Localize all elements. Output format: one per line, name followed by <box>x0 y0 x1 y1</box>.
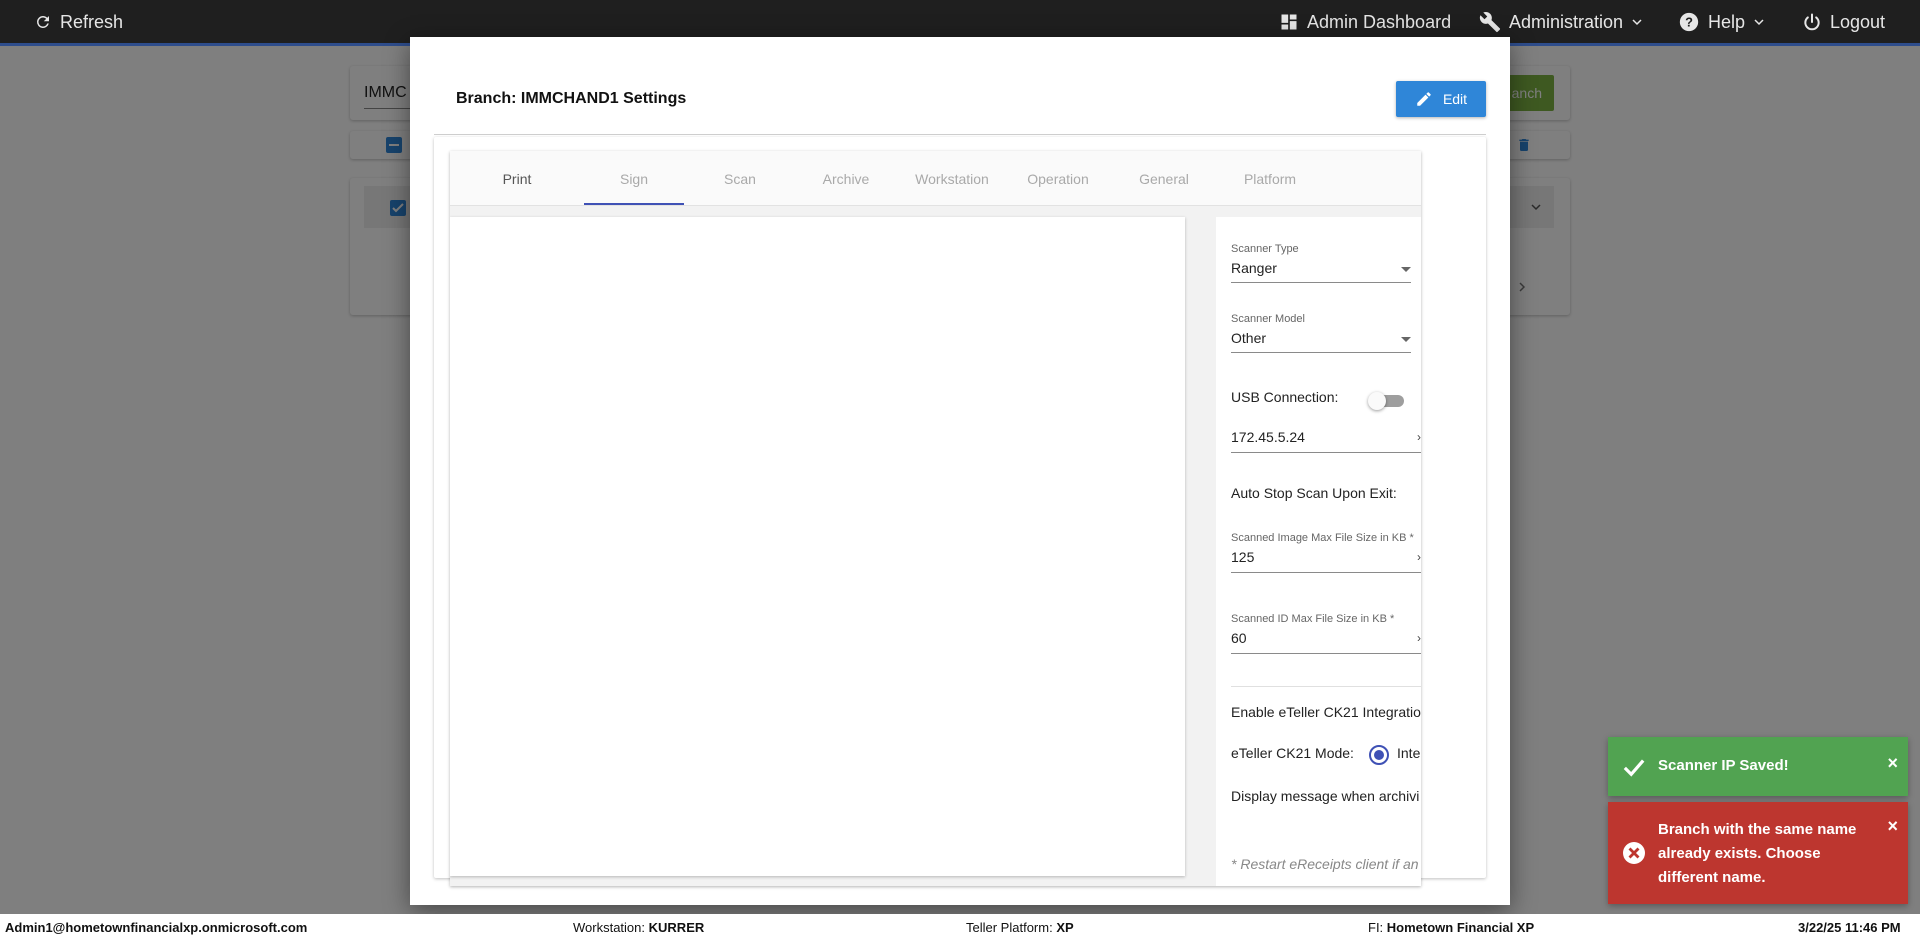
help-icon: ? <box>1679 12 1699 32</box>
administration-label: Administration <box>1509 11 1624 32</box>
branch-settings-dialog: Branch: IMMCHAND1 Settings Edit Print Si… <box>410 37 1510 905</box>
id-max-size-label: Scanned ID Max File Size in KB * <box>1231 613 1395 625</box>
help-label: Help <box>1708 11 1746 32</box>
success-toast: Scanner IP Saved! × <box>1608 737 1908 796</box>
error-icon <box>1623 842 1645 864</box>
dialog-body: Print Sign Scan Archive Workstation Oper… <box>434 137 1486 886</box>
id-max-size-input[interactable]: 60 <box>1231 630 1247 646</box>
svg-text:?: ? <box>1685 15 1693 30</box>
fi-info: FI: Hometown Financial XP <box>1368 920 1534 935</box>
close-icon[interactable]: × <box>1887 816 1898 837</box>
scan-settings-panel: Scanner Type Ranger Scanner Model Other … <box>1216 217 1421 886</box>
tab-workstation[interactable]: Workstation <box>902 151 1002 206</box>
settings-card: Print Sign Scan Archive Workstation Oper… <box>450 151 1421 886</box>
close-icon[interactable]: × <box>1887 753 1898 774</box>
scanner-ip-underline <box>1231 452 1421 453</box>
admin-dashboard-label: Admin Dashboard <box>1307 11 1452 32</box>
scanner-type-select[interactable]: Ranger <box>1231 260 1277 276</box>
chevron-down-icon <box>1754 19 1764 26</box>
ck21-mode-radio[interactable] <box>1369 745 1389 765</box>
wrench-icon <box>1479 12 1501 33</box>
settings-tabs: Print Sign Scan Archive Workstation Oper… <box>450 151 1421 206</box>
refresh-icon <box>36 15 49 28</box>
teller-platform-value: XP <box>1056 920 1074 935</box>
error-message: Branch with the same name already exists… <box>1658 821 1857 886</box>
scanner-model-underline <box>1231 352 1411 353</box>
edit-button[interactable]: Edit <box>1396 81 1486 117</box>
status-bar: Admin1@hometownfinancialxp.onmicrosoft.c… <box>0 914 1920 941</box>
preview-panel <box>450 217 1185 876</box>
dialog-title: Branch: IMMCHAND1 Settings <box>456 90 687 107</box>
tab-platform[interactable]: Platform <box>1220 151 1320 206</box>
datetime: 3/22/25 11:46 PM <box>1798 920 1901 935</box>
tab-general[interactable]: General <box>1114 151 1214 206</box>
active-tab-indicator <box>584 203 684 205</box>
toggle-knob <box>1368 392 1386 410</box>
teller-platform-info: Teller Platform: XP <box>966 920 1074 935</box>
checkmark-icon <box>1623 759 1645 777</box>
tab-print[interactable]: Print <box>477 151 557 206</box>
chevron-down-icon <box>1632 19 1642 26</box>
current-user: Admin1@hometownfinancialxp.onmicrosoft.c… <box>5 920 308 935</box>
success-message: Scanner IP Saved! <box>1658 757 1789 774</box>
workstation-value: KURRER <box>648 920 705 935</box>
dialog-header: Branch: IMMCHAND1 Settings Edit <box>434 59 1486 135</box>
dashboard-icon <box>1281 14 1297 30</box>
auto-stop-scan-label: Auto Stop Scan Upon Exit: <box>1231 485 1397 501</box>
section-divider <box>1231 686 1421 687</box>
power-icon <box>1804 13 1820 31</box>
tab-operation[interactable]: Operation <box>1008 151 1108 206</box>
refresh-button[interactable]: Refresh <box>34 0 123 44</box>
workstation-label: Workstation: <box>573 920 646 935</box>
image-max-size-label: Scanned Image Max File Size in KB * <box>1231 532 1414 544</box>
dropdown-arrow-icon[interactable] <box>1401 267 1411 272</box>
ck21-mode-label: eTeller CK21 Mode: <box>1231 745 1354 761</box>
id-max-size-underline <box>1231 653 1421 654</box>
tab-scan[interactable]: Scan <box>690 151 790 206</box>
tab-archive[interactable]: Archive <box>796 151 896 206</box>
ck21-mode-option-label: Inte <box>1397 745 1421 761</box>
fi-value: Hometown Financial XP <box>1386 920 1535 935</box>
scanner-type-label: Scanner Type <box>1231 243 1299 255</box>
help-menu[interactable]: ? Help <box>1678 0 1765 44</box>
usb-connection-toggle[interactable] <box>1368 392 1404 410</box>
dropdown-arrow-icon[interactable] <box>1401 337 1411 342</box>
chevron-right-icon[interactable]: › <box>1417 631 1421 645</box>
scanner-model-label: Scanner Model <box>1231 313 1305 325</box>
image-max-size-underline <box>1231 572 1421 573</box>
logout-label: Logout <box>1830 11 1886 32</box>
edit-label: Edit <box>1442 91 1468 107</box>
fi-label: FI: <box>1368 920 1384 935</box>
workstation-info: Workstation: KURRER <box>573 920 704 935</box>
ck21-integration-label: Enable eTeller CK21 Integratio <box>1231 704 1421 720</box>
scanner-ip-input[interactable]: 172.45.5.24 <box>1231 429 1305 445</box>
display-message-label: Display message when archivi <box>1231 788 1420 804</box>
chevron-right-icon[interactable]: › <box>1417 550 1421 564</box>
teller-platform-label: Teller Platform: <box>966 920 1053 935</box>
scanner-type-underline <box>1231 282 1411 283</box>
chevron-right-icon[interactable]: › <box>1417 430 1421 444</box>
image-max-size-input[interactable]: 125 <box>1231 549 1254 565</box>
restart-note: * Restart eReceipts client if an <box>1231 856 1419 872</box>
pencil-icon <box>1417 92 1431 106</box>
scanner-model-select[interactable]: Other <box>1231 330 1266 346</box>
logout-button[interactable]: Logout <box>1802 0 1885 44</box>
error-toast: Branch with the same name already exists… <box>1608 802 1908 904</box>
usb-connection-label: USB Connection: <box>1231 389 1339 405</box>
tab-sign[interactable]: Sign <box>584 151 684 206</box>
refresh-label: Refresh <box>60 11 124 32</box>
